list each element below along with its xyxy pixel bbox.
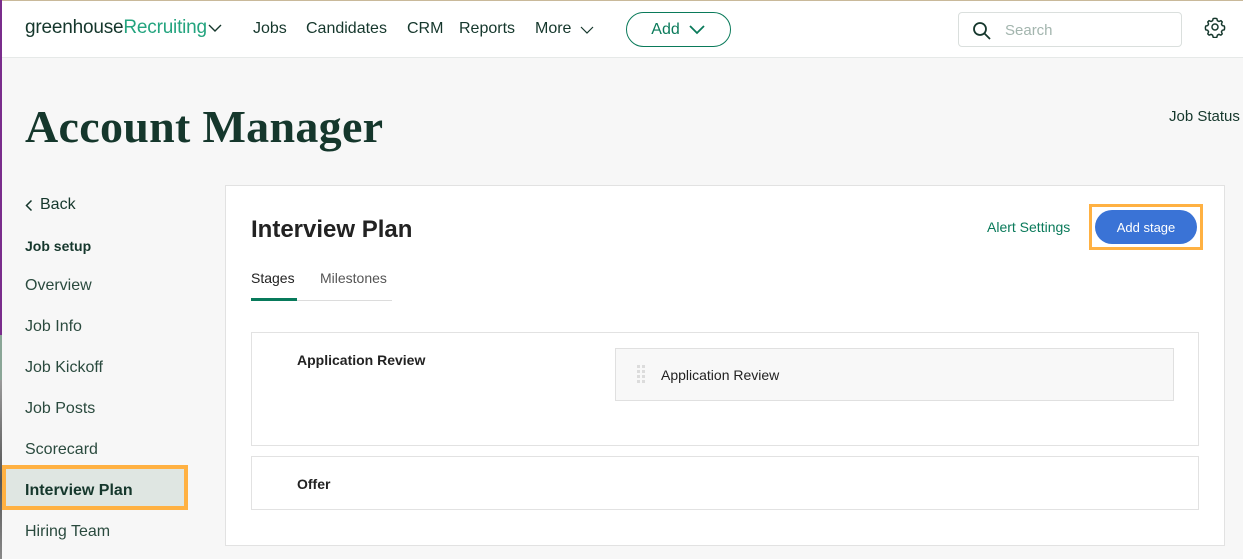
chevron-down-icon xyxy=(689,24,705,34)
interview-plan-card: Interview Plan Alert Settings Add stage … xyxy=(225,185,1225,546)
tab-stages[interactable]: Stages xyxy=(251,270,297,301)
greenhouse-logo[interactable]: greenhouseRecruiting xyxy=(25,17,207,39)
back-label: Back xyxy=(40,196,76,213)
window-left-edge xyxy=(0,0,2,559)
chevron-down-icon[interactable] xyxy=(579,25,595,35)
add-button-label: Add xyxy=(651,20,680,38)
add-stage-button[interactable]: Add stage xyxy=(1095,210,1197,244)
gear-icon[interactable] xyxy=(1204,16,1226,38)
interview-name: Application Review xyxy=(661,367,780,383)
back-link[interactable]: Back xyxy=(25,196,76,214)
search-icon xyxy=(973,22,991,40)
nav-candidates[interactable]: Candidates xyxy=(306,20,387,38)
sidebar-item-job-info[interactable]: Job Info xyxy=(25,318,82,336)
search-box[interactable] xyxy=(958,12,1182,47)
sidebar-item-job-posts[interactable]: Job Posts xyxy=(25,400,95,418)
top-navigation: greenhouseRecruiting Jobs Candidates CRM… xyxy=(0,0,1243,58)
tab-milestones[interactable]: Milestones xyxy=(320,270,387,286)
sidebar-item-label: Interview Plan xyxy=(25,482,133,499)
nav-reports[interactable]: Reports xyxy=(459,20,515,38)
sidebar-heading: Job setup xyxy=(25,238,92,254)
sidebar-item-scorecard[interactable]: Scorecard xyxy=(25,441,98,459)
page-title: Account Manager xyxy=(25,101,384,152)
stage-row: Application Review Application Review xyxy=(251,332,1199,446)
stage-name: Application Review xyxy=(297,352,426,368)
add-stage-highlight: Add stage xyxy=(1089,204,1203,250)
sidebar-item-job-kickoff[interactable]: Job Kickoff xyxy=(25,359,103,377)
nav-jobs[interactable]: Jobs xyxy=(253,20,287,38)
stage-name: Offer xyxy=(297,476,331,492)
card-title: Interview Plan xyxy=(251,216,413,243)
chevron-down-icon[interactable] xyxy=(207,22,223,34)
drag-handle-icon[interactable] xyxy=(637,365,646,385)
sidebar-item-hiring-team[interactable]: Hiring Team xyxy=(25,523,110,541)
sidebar-item-interview-plan[interactable]: Interview Plan xyxy=(2,465,188,510)
add-button[interactable]: Add xyxy=(626,12,731,47)
alert-settings-link[interactable]: Alert Settings xyxy=(987,219,1070,235)
interview-item[interactable]: Application Review xyxy=(615,348,1174,401)
search-input[interactable] xyxy=(1005,19,1175,41)
tab-bar: Stages Milestones xyxy=(251,270,392,301)
job-status-label: Job Status xyxy=(1169,108,1240,125)
nav-more[interactable]: More xyxy=(535,20,571,38)
nav-crm[interactable]: CRM xyxy=(407,20,443,38)
chevron-left-icon xyxy=(25,199,33,211)
stage-row: Offer xyxy=(251,456,1199,510)
sidebar-item-overview[interactable]: Overview xyxy=(25,277,92,295)
logo-secondary: Recruiting xyxy=(123,17,207,38)
logo-primary: greenhouse xyxy=(25,17,124,38)
window-top-edge xyxy=(0,0,1243,1)
